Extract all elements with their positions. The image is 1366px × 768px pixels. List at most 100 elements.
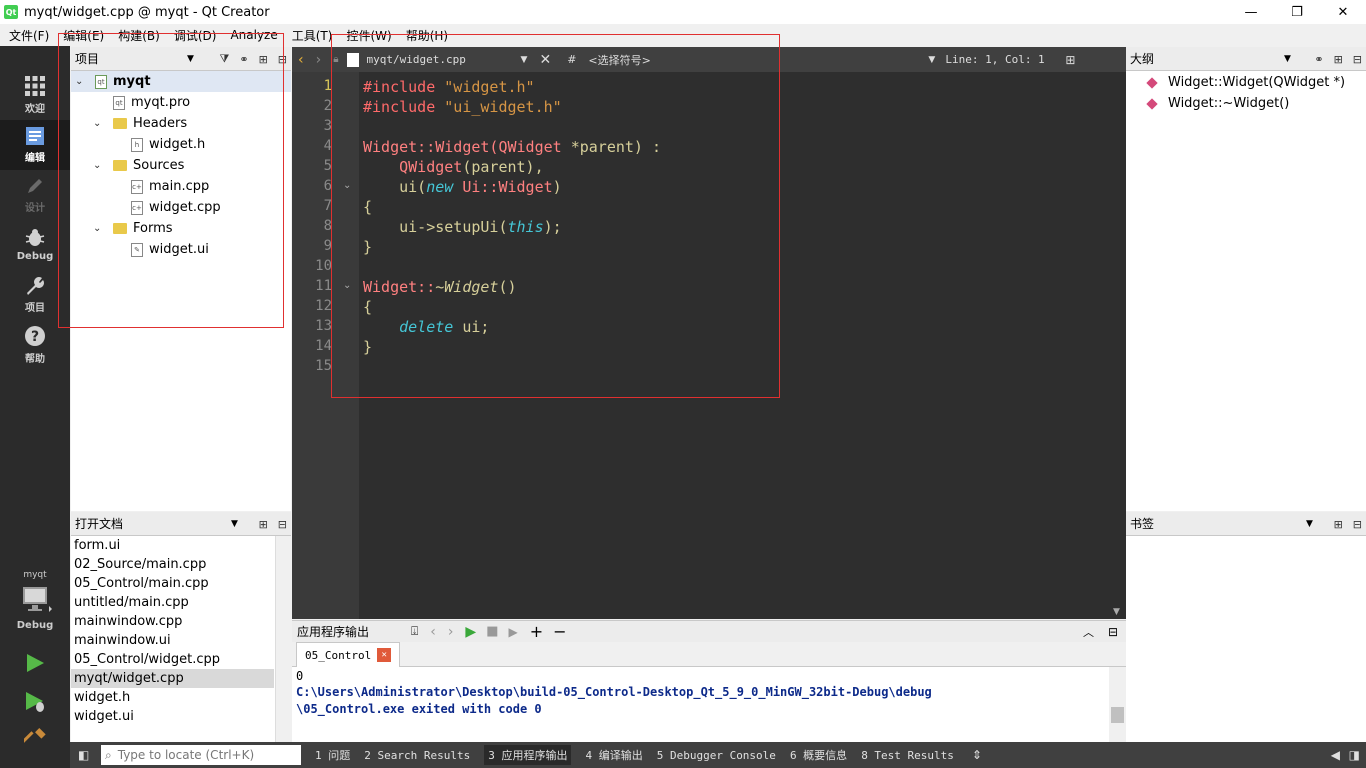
output-tab[interactable]: 05_Control ✕: [296, 642, 401, 667]
back-icon[interactable]: ‹: [298, 52, 304, 68]
outline-item[interactable]: Widget::Widget(QWidget *): [1146, 75, 1345, 90]
maximize-pane-icon[interactable]: ︿: [1083, 624, 1094, 640]
debug-icon[interactable]: ▶: [509, 625, 518, 639]
symbol-selector[interactable]: <选择符号>: [588, 52, 928, 68]
menu-debug[interactable]: 调试(D): [165, 27, 222, 44]
chevron-down-icon[interactable]: ▼: [1284, 54, 1291, 64]
tab-general-messages[interactable]: 6 概要信息: [790, 747, 847, 763]
mode-debug[interactable]: Debug: [0, 220, 70, 270]
tab-search-results[interactable]: 2 Search Results: [364, 749, 470, 762]
chevron-down-icon[interactable]: ▼: [928, 55, 935, 65]
tree-item-file[interactable]: ✎ widget.ui: [131, 239, 209, 260]
filter-icon[interactable]: ⧩: [220, 52, 230, 66]
list-item[interactable]: 05_Control/widget.cpp: [71, 650, 274, 669]
close-panel-icon[interactable]: ⊟: [278, 518, 287, 531]
restore-button[interactable]: ❐: [1274, 0, 1320, 24]
chevron-down-icon[interactable]: ▼: [187, 54, 194, 64]
tree-item-folder[interactable]: ⌄ Sources: [93, 155, 184, 176]
list-item[interactable]: widget.ui: [71, 707, 274, 726]
list-item[interactable]: mainwindow.cpp: [71, 612, 274, 631]
list-item[interactable]: mainwindow.ui: [71, 631, 274, 650]
cursor-position[interactable]: Line: 1, Col: 1: [945, 53, 1055, 66]
tree-item-file[interactable]: qt myqt.pro: [113, 92, 190, 113]
open-docs-scrollbar[interactable]: [275, 536, 291, 742]
chevron-down-icon[interactable]: ⌄: [93, 223, 107, 234]
tree-item-project[interactable]: ⌄ qt myqt: [71, 71, 291, 92]
zoom-out-icon[interactable]: −: [553, 622, 566, 641]
split-icon[interactable]: ⊞: [1334, 53, 1343, 66]
menu-file[interactable]: 文件(F): [0, 27, 54, 44]
mode-edit[interactable]: 编辑: [0, 120, 70, 170]
split-icon[interactable]: ⊞: [259, 53, 268, 66]
mode-design[interactable]: 设计: [0, 170, 70, 220]
close-panel-icon[interactable]: ⊟: [1353, 53, 1362, 66]
run-icon[interactable]: ▶: [465, 624, 476, 640]
editor-scrollbar[interactable]: ▼: [1109, 72, 1126, 619]
close-panel-icon[interactable]: ⊟: [1353, 518, 1362, 531]
list-item[interactable]: form.ui: [71, 536, 274, 555]
close-document-icon[interactable]: ✕: [539, 52, 551, 68]
scroll-down-icon[interactable]: ▼: [1113, 607, 1120, 617]
split-icon[interactable]: ⊞: [1065, 53, 1075, 67]
menu-build[interactable]: 构建(B): [109, 27, 165, 44]
tree-item-folder[interactable]: ⌄ Forms: [93, 218, 173, 239]
split-icon[interactable]: ⊞: [1334, 518, 1343, 531]
tree-item-file[interactable]: c+ main.cpp: [131, 176, 209, 197]
kit-selector[interactable]: [22, 586, 52, 617]
debug-run-button[interactable]: [24, 690, 48, 717]
chevron-down-icon[interactable]: ⌄: [75, 76, 89, 87]
chevron-down-icon[interactable]: ⌄: [93, 160, 107, 171]
current-file-label[interactable]: myqt/widget.cpp: [367, 53, 517, 66]
back-icon[interactable]: ‹: [430, 624, 436, 640]
tab-issues[interactable]: 1 问题: [315, 747, 350, 763]
chevron-down-icon[interactable]: ⌄: [93, 118, 107, 129]
close-panel-icon[interactable]: ⊟: [1108, 625, 1118, 639]
list-item-selected[interactable]: myqt/widget.cpp: [71, 669, 274, 688]
zoom-in-icon[interactable]: +: [530, 622, 543, 641]
list-item[interactable]: 05_Control/main.cpp: [71, 574, 274, 593]
toggle-sidebar-icon[interactable]: ◧: [78, 748, 89, 762]
minimize-button[interactable]: —: [1228, 0, 1274, 24]
list-item[interactable]: untitled/main.cpp: [71, 593, 274, 612]
menu-analyze[interactable]: Analyze: [221, 28, 282, 42]
tree-item-file[interactable]: c+ widget.cpp: [131, 197, 221, 218]
fold-chevron-icon[interactable]: ⌄: [343, 180, 351, 191]
split-icon[interactable]: ⊞: [259, 518, 268, 531]
fold-chevron-icon[interactable]: ⌄: [343, 280, 351, 291]
close-window-button[interactable]: ✕: [1320, 0, 1366, 24]
menu-edit[interactable]: 编辑(E): [54, 27, 109, 44]
list-item[interactable]: 02_Source/main.cpp: [71, 555, 274, 574]
menu-help[interactable]: 帮助(H): [397, 27, 453, 44]
attach-icon[interactable]: ⍗: [411, 624, 418, 639]
forward-icon[interactable]: ›: [316, 52, 322, 68]
code-editor[interactable]: #include "widget.h" #include "ui_widget.…: [359, 72, 1109, 619]
tree-item-folder[interactable]: ⌄ Headers: [93, 113, 187, 134]
locator-input[interactable]: ⌕ Type to locate (Ctrl+K): [101, 745, 301, 765]
mode-projects[interactable]: 项目: [0, 270, 70, 320]
notification-icon[interactable]: ◀: [1331, 748, 1340, 762]
output-scrollbar[interactable]: [1109, 667, 1126, 742]
tree-item-file[interactable]: h widget.h: [131, 134, 205, 155]
toggle-output-icon[interactable]: ◨: [1349, 748, 1360, 762]
chevron-down-icon[interactable]: ▼: [1306, 519, 1313, 529]
list-item[interactable]: widget.h: [71, 688, 274, 707]
updown-arrows-icon[interactable]: ⇕: [972, 748, 982, 762]
chevron-down-icon[interactable]: ▼: [231, 519, 238, 529]
tab-application-output[interactable]: 3 应用程序输出: [484, 745, 572, 765]
close-panel-icon[interactable]: ⊟: [278, 53, 287, 66]
forward-icon[interactable]: ›: [448, 624, 454, 640]
link-icon[interactable]: ⚭: [1314, 53, 1323, 66]
menu-tools[interactable]: 工具(T): [283, 27, 338, 44]
output-scrollbar-thumb[interactable]: [1111, 707, 1124, 723]
stop-icon[interactable]: ■: [486, 624, 498, 639]
chevron-down-icon[interactable]: ▼: [521, 55, 528, 65]
tab-test-results[interactable]: 8 Test Results: [861, 749, 954, 762]
mode-welcome[interactable]: 欢迎: [0, 70, 70, 120]
tab-debugger-console[interactable]: 5 Debugger Console: [657, 749, 776, 762]
mode-help[interactable]: ? 帮助: [0, 320, 70, 370]
outline-item[interactable]: Widget::~Widget(): [1146, 96, 1289, 111]
menu-controls[interactable]: 控件(W): [337, 27, 396, 44]
link-icon[interactable]: ⚭: [239, 53, 248, 66]
run-button[interactable]: [24, 652, 46, 677]
build-button[interactable]: [21, 728, 46, 753]
